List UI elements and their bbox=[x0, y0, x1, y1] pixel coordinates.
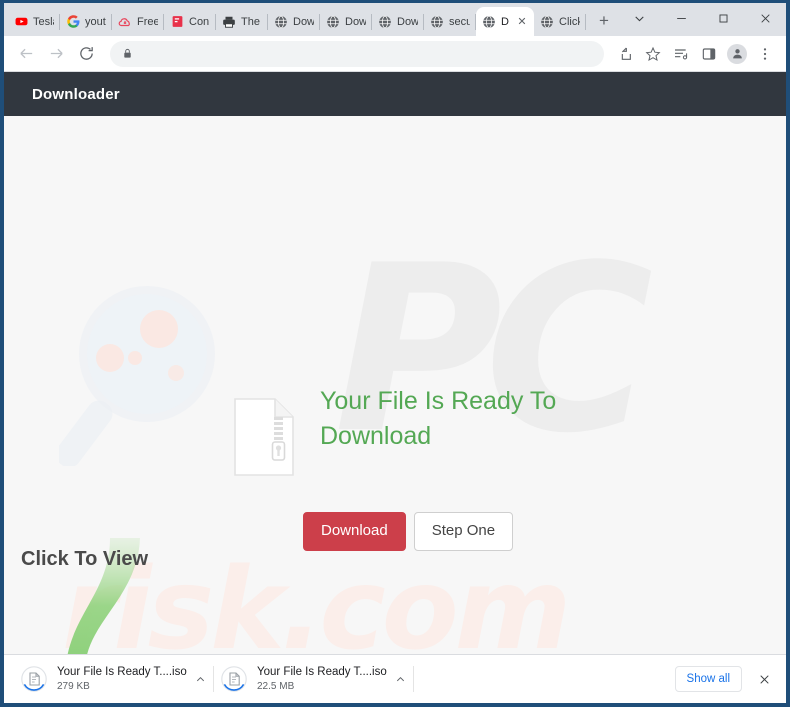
address-bar[interactable] bbox=[110, 40, 604, 67]
download-shelf: Your File Is Ready T....iso 279 KB Your … bbox=[4, 654, 786, 703]
share-icon[interactable] bbox=[612, 41, 638, 67]
star-icon[interactable] bbox=[640, 41, 666, 67]
globe-icon bbox=[378, 15, 392, 29]
browser-tab-4[interactable]: Con ✕ bbox=[164, 7, 216, 36]
browser-window: Tesla ✕ yout ✕ Free ✕ bbox=[0, 0, 790, 707]
tab-label: yout bbox=[85, 15, 106, 28]
download-file-name: Your File Is Ready T....iso bbox=[57, 666, 187, 678]
forward-button[interactable] bbox=[42, 40, 70, 68]
download-file-name: Your File Is Ready T....iso bbox=[257, 666, 387, 678]
site-header: Downloader bbox=[4, 72, 786, 116]
download-file-size: 279 KB bbox=[57, 681, 90, 692]
download-item[interactable]: Your File Is Ready T....iso 22.5 MB bbox=[214, 660, 414, 698]
three-dot-menu-icon[interactable] bbox=[752, 41, 778, 67]
downloaded-file-icon bbox=[20, 665, 48, 693]
globe-icon bbox=[540, 15, 554, 29]
reading-list-icon[interactable] bbox=[668, 41, 694, 67]
globe-icon bbox=[482, 15, 496, 29]
document-icon bbox=[170, 15, 184, 29]
tab-search-icon[interactable] bbox=[618, 3, 660, 34]
browser-tab-1[interactable]: Tesla ✕ bbox=[8, 7, 60, 36]
browser-tab-3[interactable]: Free ✕ bbox=[112, 7, 164, 36]
printer-icon bbox=[222, 15, 236, 29]
tab-label: Con bbox=[189, 15, 210, 28]
download-button[interactable]: Download bbox=[303, 512, 406, 551]
action-button-row: Download Step One bbox=[303, 512, 514, 551]
browser-tab-7[interactable]: Dow ✕ bbox=[320, 7, 372, 36]
minimize-button[interactable] bbox=[660, 3, 702, 34]
browser-tab-active[interactable]: D ✕ bbox=[476, 7, 534, 36]
tab-label: Dow bbox=[293, 15, 314, 28]
new-tab-button[interactable]: + bbox=[590, 7, 618, 35]
side-panel-icon[interactable] bbox=[696, 41, 722, 67]
cloud-icon bbox=[118, 15, 132, 29]
download-item-menu-chevron-icon[interactable] bbox=[190, 674, 210, 685]
maximize-button[interactable] bbox=[702, 3, 744, 34]
tab-label: Click bbox=[559, 15, 580, 28]
download-item[interactable]: Your File Is Ready T....iso 279 KB bbox=[14, 660, 214, 698]
globe-icon bbox=[430, 15, 444, 29]
click-to-view-label: Click To View bbox=[21, 548, 149, 570]
zip-file-icon bbox=[234, 398, 294, 481]
browser-tab-2[interactable]: yout ✕ bbox=[60, 7, 112, 36]
web-page: Downloader PC risk.com Your File Is Read… bbox=[4, 72, 786, 654]
browser-tab-9[interactable]: secu ✕ bbox=[424, 7, 476, 36]
download-item-menu-chevron-icon[interactable] bbox=[390, 674, 410, 685]
tab-label: The bbox=[241, 15, 260, 28]
globe-icon bbox=[274, 15, 288, 29]
download-file-size: 22.5 MB bbox=[257, 681, 295, 692]
globe-icon bbox=[326, 15, 340, 29]
show-all-downloads-button[interactable]: Show all bbox=[674, 666, 742, 692]
avatar bbox=[727, 43, 747, 64]
window-controls bbox=[618, 3, 786, 34]
browser-toolbar bbox=[4, 36, 786, 72]
page-headline: Your File Is Ready To Download bbox=[320, 387, 557, 450]
step-one-button[interactable]: Step One bbox=[413, 512, 514, 551]
reload-button[interactable] bbox=[72, 40, 100, 68]
tab-label: Free bbox=[137, 15, 158, 28]
close-download-shelf-button[interactable] bbox=[750, 665, 778, 693]
browser-tab-6[interactable]: Dow ✕ bbox=[268, 7, 320, 36]
download-item-meta: Your File Is Ready T....iso 22.5 MB bbox=[257, 666, 390, 692]
google-icon bbox=[66, 15, 80, 29]
tab-strip: Tesla ✕ yout ✕ Free ✕ bbox=[4, 3, 786, 36]
magnifier-watermark-icon bbox=[55, 276, 249, 468]
lock-icon bbox=[122, 48, 133, 59]
profile-avatar-icon[interactable] bbox=[724, 41, 750, 67]
tab-label: Tesla bbox=[33, 15, 54, 28]
site-brand-title: Downloader bbox=[32, 85, 120, 103]
tab-close-icon[interactable]: ✕ bbox=[516, 16, 528, 28]
tab-label: D bbox=[501, 15, 509, 28]
browser-tab-5[interactable]: The ✕ bbox=[216, 7, 268, 36]
tab-label: Dow bbox=[397, 15, 418, 28]
tab-label: Dow bbox=[345, 15, 366, 28]
close-window-button[interactable] bbox=[744, 3, 786, 34]
browser-tab-8[interactable]: Dow ✕ bbox=[372, 7, 424, 36]
youtube-icon bbox=[14, 15, 28, 29]
download-item-meta: Your File Is Ready T....iso 279 KB bbox=[57, 666, 190, 692]
downloaded-file-icon bbox=[220, 665, 248, 693]
back-button[interactable] bbox=[12, 40, 40, 68]
browser-tab-11[interactable]: Click ✕ bbox=[534, 7, 586, 36]
tab-label: secu bbox=[449, 15, 470, 28]
page-content: PC risk.com Your File Is Ready To Downlo… bbox=[4, 116, 786, 654]
